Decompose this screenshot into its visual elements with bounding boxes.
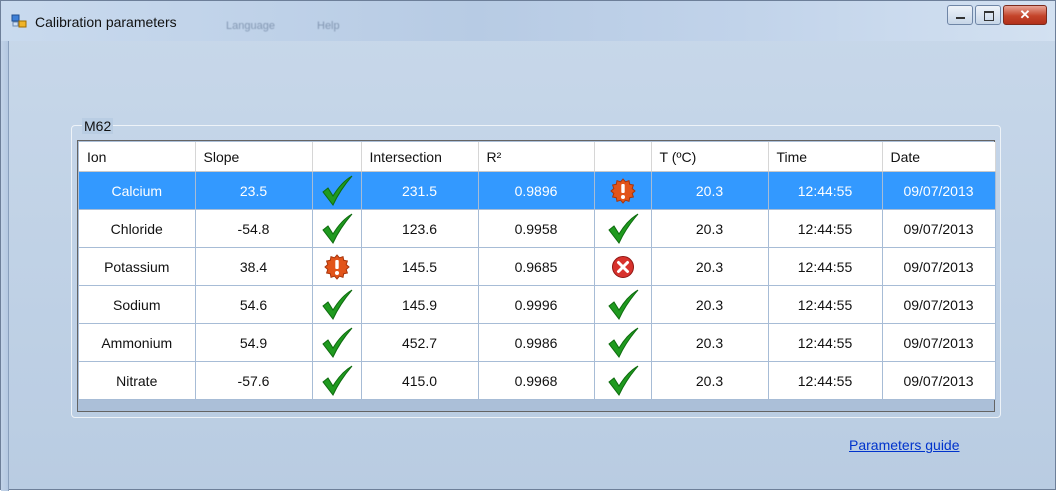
checkmark-icon	[321, 213, 352, 244]
checkmark-icon	[321, 289, 352, 320]
slope-cell[interactable]: 38.4	[195, 247, 313, 286]
minimize-button[interactable]	[947, 5, 973, 25]
parameters-guide-link[interactable]: Parameters guide	[849, 437, 960, 453]
temperature-cell[interactable]: 20.3	[651, 285, 769, 324]
checkmark-icon	[607, 213, 638, 244]
close-button[interactable]: ✕	[1003, 5, 1047, 25]
r2-status-cell[interactable]	[594, 171, 652, 210]
r2-cell[interactable]: 0.9996	[478, 285, 595, 324]
r2-cell[interactable]: 0.9896	[478, 171, 595, 210]
intersection-cell[interactable]: 123.6	[361, 209, 479, 248]
slope-cell[interactable]: -54.8	[195, 209, 313, 248]
column-header-slope[interactable]: Slope	[195, 142, 313, 172]
r2-status-cell[interactable]	[594, 247, 652, 286]
slope-status-cell[interactable]	[312, 323, 362, 362]
time-cell[interactable]: 12:44:55	[768, 361, 883, 400]
checkmark-icon	[321, 365, 352, 396]
title-bar[interactable]: Calibration parameters Language Help ✕	[1, 1, 1055, 41]
temperature-cell[interactable]: 20.3	[651, 323, 769, 362]
time-cell[interactable]: 12:44:55	[768, 171, 883, 210]
date-cell[interactable]: 09/07/2013	[882, 247, 996, 286]
time-cell[interactable]: 12:44:55	[768, 285, 883, 324]
slope-cell[interactable]: 54.6	[195, 285, 313, 324]
window-left-border	[1, 41, 9, 491]
ion-cell[interactable]: Nitrate	[79, 361, 196, 400]
warning-icon	[323, 253, 350, 280]
temperature-cell[interactable]: 20.3	[651, 209, 769, 248]
group-label: M62	[82, 118, 114, 134]
slope-status-cell[interactable]	[312, 247, 362, 286]
r2-cell[interactable]: 0.9685	[478, 247, 595, 286]
column-header-slope-status[interactable]	[312, 142, 362, 172]
slope-status-cell[interactable]	[312, 171, 362, 210]
slope-status-cell[interactable]	[312, 361, 362, 400]
ion-cell[interactable]: Sodium	[79, 285, 196, 324]
r2-status-cell[interactable]	[594, 323, 652, 362]
ion-cell[interactable]: Chloride	[79, 209, 196, 248]
column-header-r2[interactable]: R²	[478, 142, 595, 172]
table-row-ammonium[interactable]: Ammonium 54.9 452.7 0.9986 20.3 12:44:55…	[79, 323, 996, 362]
checkmark-icon	[607, 289, 638, 320]
menu-language: Language	[226, 20, 275, 32]
slope-status-cell[interactable]	[312, 209, 362, 248]
r2-cell[interactable]: 0.9958	[478, 209, 595, 248]
intersection-cell[interactable]: 145.9	[361, 285, 479, 324]
time-cell[interactable]: 12:44:55	[768, 209, 883, 248]
app-icon	[11, 14, 27, 28]
date-cell[interactable]: 09/07/2013	[882, 171, 996, 210]
calibration-table: Ion Slope Intersection R² T (ºC) Time Da…	[79, 142, 996, 400]
column-header-time[interactable]: Time	[768, 142, 883, 172]
grid-body: Calcium 23.5 231.5 0.9896 20.3 12:44:55 …	[79, 171, 996, 400]
intersection-cell[interactable]: 415.0	[361, 361, 479, 400]
ion-cell[interactable]: Potassium	[79, 247, 196, 286]
warning-icon	[609, 177, 636, 204]
temperature-cell[interactable]: 20.3	[651, 361, 769, 400]
date-cell[interactable]: 09/07/2013	[882, 323, 996, 362]
slope-cell[interactable]: 54.9	[195, 323, 313, 362]
column-header-ion[interactable]: Ion	[79, 142, 196, 172]
window-title: Calibration parameters	[35, 14, 177, 30]
table-row-chloride[interactable]: Chloride -54.8 123.6 0.9958 20.3 12:44:5…	[79, 209, 996, 248]
error-icon	[611, 255, 634, 278]
maximize-icon	[984, 11, 994, 21]
checkmark-icon	[321, 327, 352, 358]
intersection-cell[interactable]: 145.5	[361, 247, 479, 286]
table-row-nitrate[interactable]: Nitrate -57.6 415.0 0.9968 20.3 12:44:55…	[79, 361, 996, 400]
menu-help: Help	[317, 20, 340, 32]
table-row-sodium[interactable]: Sodium 54.6 145.9 0.9996 20.3 12:44:55 0…	[79, 285, 996, 324]
close-icon: ✕	[1019, 7, 1031, 22]
r2-status-cell[interactable]	[594, 361, 652, 400]
slope-cell[interactable]: 23.5	[195, 171, 313, 210]
date-cell[interactable]: 09/07/2013	[882, 209, 996, 248]
intersection-cell[interactable]: 231.5	[361, 171, 479, 210]
time-cell[interactable]: 12:44:55	[768, 323, 883, 362]
column-header-temperature[interactable]: T (ºC)	[651, 142, 769, 172]
temperature-cell[interactable]: 20.3	[651, 171, 769, 210]
r2-status-cell[interactable]	[594, 285, 652, 324]
checkmark-icon	[607, 327, 638, 358]
r2-status-cell[interactable]	[594, 209, 652, 248]
temperature-cell[interactable]: 20.3	[651, 247, 769, 286]
table-row-calcium[interactable]: Calcium 23.5 231.5 0.9896 20.3 12:44:55 …	[79, 171, 996, 210]
slope-cell[interactable]: -57.6	[195, 361, 313, 400]
ion-cell[interactable]: Ammonium	[79, 323, 196, 362]
time-cell[interactable]: 12:44:55	[768, 247, 883, 286]
maximize-button[interactable]	[975, 5, 1001, 25]
date-cell[interactable]: 09/07/2013	[882, 285, 996, 324]
ion-cell[interactable]: Calcium	[79, 171, 196, 210]
checkmark-icon	[321, 175, 352, 206]
minimize-icon	[956, 17, 965, 19]
table-row-potassium[interactable]: Potassium 38.4 145.5 0.9685 20.3 12:44:5…	[79, 247, 996, 286]
intersection-cell[interactable]: 452.7	[361, 323, 479, 362]
r2-cell[interactable]: 0.9968	[478, 361, 595, 400]
column-header-intersection[interactable]: Intersection	[361, 142, 479, 172]
slope-status-cell[interactable]	[312, 285, 362, 324]
checkmark-icon	[607, 365, 638, 396]
calibration-grid[interactable]: Ion Slope Intersection R² T (ºC) Time Da…	[77, 140, 996, 412]
column-header-r2-status[interactable]	[594, 142, 652, 172]
column-header-date[interactable]: Date	[882, 142, 996, 172]
header-row: Ion Slope Intersection R² T (ºC) Time Da…	[79, 142, 996, 172]
date-cell[interactable]: 09/07/2013	[882, 361, 996, 400]
r2-cell[interactable]: 0.9986	[478, 323, 595, 362]
